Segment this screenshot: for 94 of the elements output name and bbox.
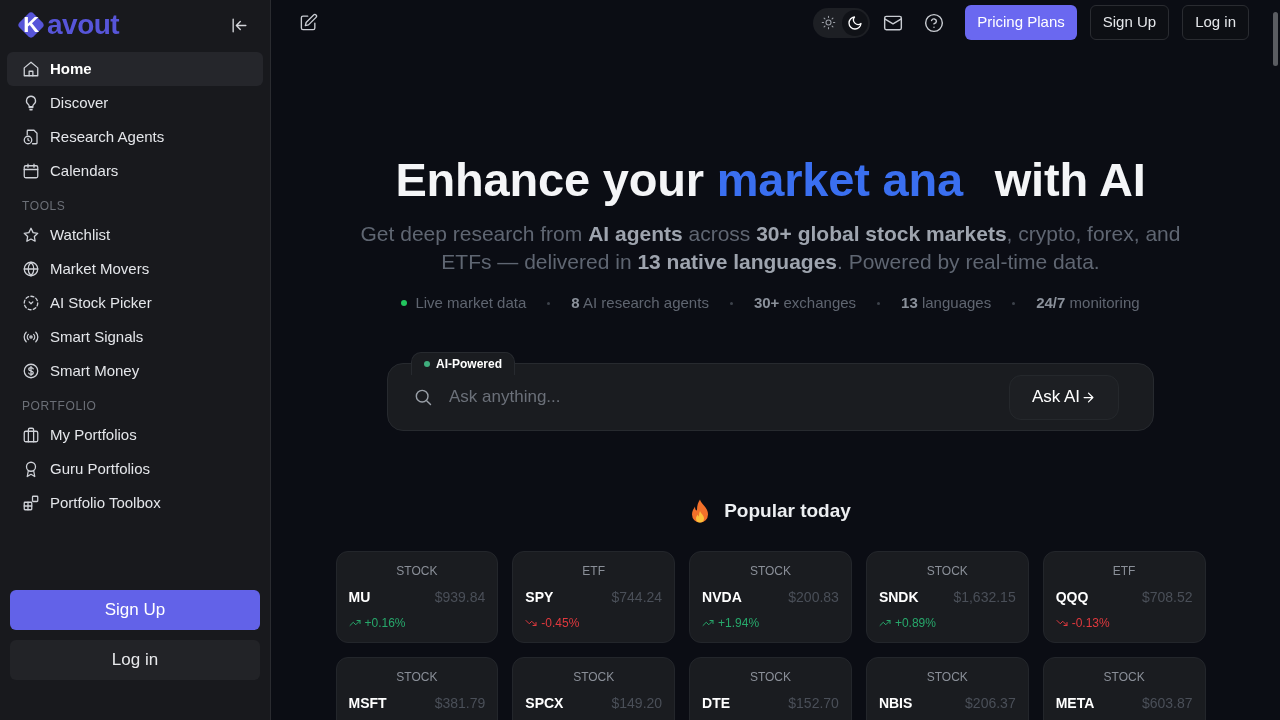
nav-item[interactable]: Smart Money — [7, 354, 263, 388]
home-icon — [22, 60, 40, 78]
stock-card[interactable]: STOCK NBIS $206.37 — [865, 657, 1029, 720]
stock-card[interactable]: STOCK DTE $152.70 — [689, 657, 852, 720]
asset-type-label: ETF — [581, 563, 607, 579]
stat-text: Live market data — [415, 293, 527, 313]
asset-type-label: STOCK — [925, 669, 969, 685]
stock-card[interactable]: STOCK SNDK $1,632.15 +0.89% — [865, 551, 1029, 643]
dollar-circle-icon — [22, 362, 40, 380]
document-clock-icon — [22, 128, 40, 146]
scrollbar-thumb[interactable] — [1273, 12, 1278, 66]
stat-text: 24/7 monitoring — [1036, 293, 1140, 313]
section-label: TOOLS — [21, 198, 67, 215]
search-icon — [413, 387, 433, 407]
nav-item[interactable]: Market Movers — [7, 252, 263, 286]
nav-item[interactable]: Smart Signals — [7, 320, 263, 354]
nav-item[interactable]: Calendars — [7, 154, 263, 188]
stock-card[interactable]: STOCK MU $939.84 +0.16% — [335, 551, 499, 643]
ticker-symbol: NVDA — [702, 587, 742, 607]
price-text: $206.37 — [965, 693, 1016, 713]
header-button[interactable]: Sign Up — [1089, 5, 1170, 40]
nav-item[interactable]: Research Agents — [7, 120, 263, 154]
asset-type-label: STOCK — [1102, 669, 1146, 685]
stock-card[interactable]: ETF QQQ $708.52 -0.13% — [1042, 551, 1206, 643]
flame-icon — [690, 499, 711, 523]
price-text: $939.84 — [434, 587, 486, 607]
price-text: $708.52 — [1141, 587, 1193, 607]
edit-icon[interactable] — [299, 13, 318, 32]
asset-type-label: STOCK — [395, 563, 439, 579]
ticker-symbol: MU — [348, 587, 371, 607]
calendar-icon — [22, 162, 40, 180]
nav-item[interactable]: Portfolio Toolbox — [7, 486, 263, 520]
star-icon — [22, 226, 40, 244]
price-change: +0.89% — [894, 615, 936, 632]
blocks-icon — [22, 494, 40, 512]
stock-card[interactable]: STOCK MSFT $381.79 — [335, 657, 499, 720]
asset-type-label: ETF — [1111, 563, 1137, 579]
log-in-button[interactable]: Log in — [10, 640, 260, 680]
ask-ai-button[interactable]: Ask AI — [1009, 374, 1119, 420]
nav-item[interactable]: Watchlist — [7, 218, 263, 252]
price-change: -0.45% — [541, 615, 580, 632]
price-text: $744.24 — [611, 587, 663, 607]
price-text: $149.20 — [611, 693, 663, 713]
pricing-plans-button[interactable]: Pricing Plans — [965, 5, 1077, 40]
logo[interactable]: K avout — [16, 9, 120, 41]
hero-subtitle: Get deep research from AI agents across 30+ global stock markets, crypto, forex, and ETFs — delivered in 13 native languages. Powered by real-time data. — [359, 221, 1182, 275]
stock-card[interactable]: ETF SPY $744.24 -0.45% — [512, 551, 676, 643]
nav-item[interactable]: Guru Portfolios — [7, 452, 263, 486]
nav-item[interactable]: Home — [7, 52, 263, 86]
price-text: $200.83 — [788, 587, 839, 607]
help-icon[interactable] — [924, 12, 945, 33]
price-text: $603.87 — [1141, 693, 1193, 713]
dark-theme-button[interactable] — [842, 9, 869, 36]
dashed-circle-icon — [22, 294, 40, 312]
search-input[interactable]: Ask anything... — [449, 384, 1009, 410]
ticker-symbol: NBIS — [878, 693, 913, 713]
price-change: +0.16% — [364, 615, 406, 632]
asset-type-label: STOCK — [395, 669, 439, 685]
price-change: -0.13% — [1071, 615, 1110, 632]
badge-label: AI-Powered — [436, 356, 502, 373]
globe-icon — [22, 260, 40, 278]
stock-card[interactable]: STOCK SPCX $149.20 — [512, 657, 676, 720]
moon-icon — [847, 14, 864, 31]
price-text: $1,632.15 — [953, 587, 1016, 607]
sign-up-button[interactable]: Sign Up — [10, 590, 260, 630]
ticker-symbol: QQQ — [1055, 587, 1089, 607]
price-text: $381.79 — [434, 693, 486, 713]
asset-type-label: STOCK — [748, 669, 793, 685]
asset-type-label: STOCK — [925, 563, 969, 579]
arrow-right-icon — [1081, 389, 1097, 405]
nav-item[interactable]: AI Stock Picker — [7, 286, 263, 320]
stat-text: 8 AI research agents — [571, 293, 709, 313]
stat-text: 13 languages — [901, 293, 992, 313]
header-button[interactable]: Log in — [1182, 5, 1249, 40]
section-label: PORTFOLIO — [21, 398, 98, 415]
ticker-symbol: META — [1055, 693, 1095, 713]
sun-icon — [820, 15, 836, 30]
price-change: +1.94% — [718, 615, 760, 632]
ticker-symbol: SPCX — [525, 693, 564, 713]
ticker-symbol: SPY — [525, 587, 554, 607]
price-text: $152.70 — [788, 693, 839, 713]
ticker-symbol: DTE — [702, 693, 731, 713]
briefcase-icon — [22, 426, 40, 444]
stock-card[interactable]: STOCK META $603.87 — [1042, 657, 1206, 720]
stat-text: 30+ exchanges — [753, 293, 857, 313]
ticker-symbol: MSFT — [348, 693, 387, 713]
asset-type-label: STOCK — [572, 669, 616, 685]
stock-card[interactable]: STOCK NVDA $200.83 +1.94% — [689, 551, 852, 643]
nav-item[interactable]: Discover — [7, 86, 263, 120]
hero-heading: Enhance your market ana with AI — [395, 154, 1146, 206]
asset-type-label: STOCK — [748, 563, 793, 579]
section-title: Popular today — [724, 498, 851, 523]
nav-item[interactable]: My Portfolios — [7, 418, 263, 452]
ticker-symbol: SNDK — [878, 587, 919, 607]
